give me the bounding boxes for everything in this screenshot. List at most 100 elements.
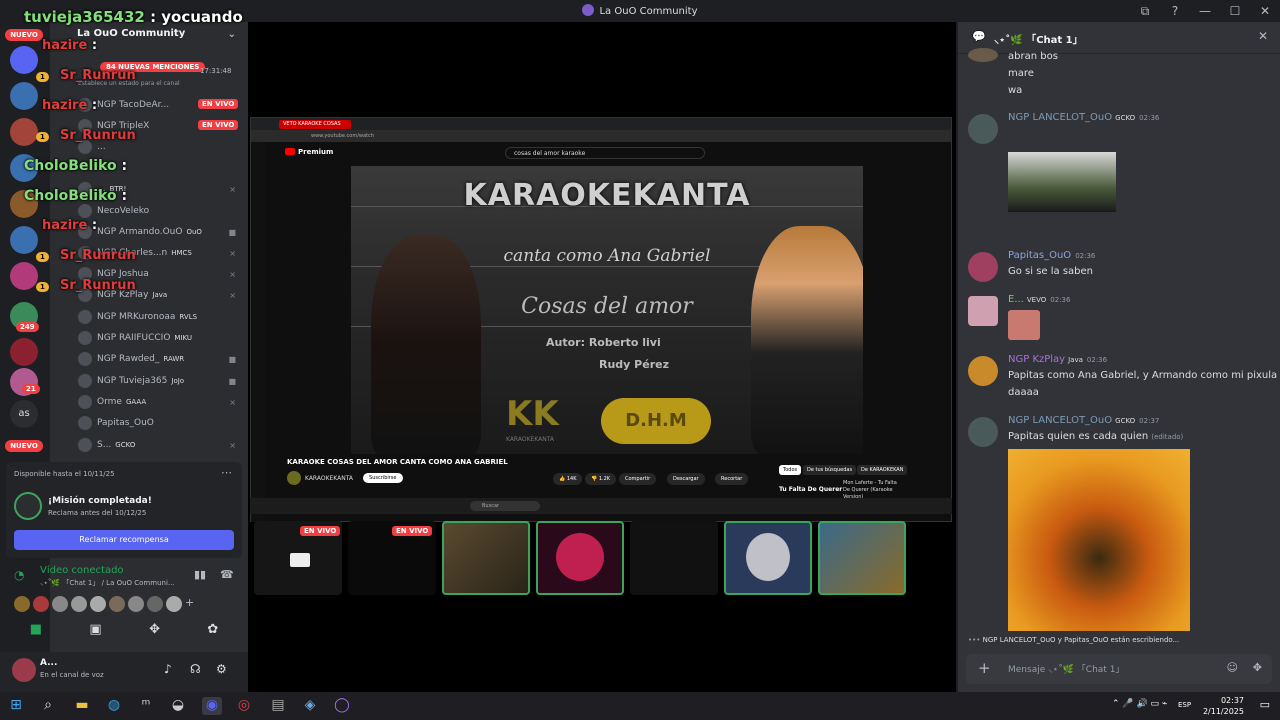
message-composer[interactable]: + Mensaje ⸜⋆˚🌿 「Chat 1」 ☺ ✥ <box>966 654 1272 684</box>
voice-member[interactable]: NGP Tuvieja365 JoJo ■ <box>78 372 246 390</box>
avatar[interactable] <box>52 596 68 612</box>
screen-share-icon[interactable]: ▣ <box>89 622 101 637</box>
maximize-button[interactable]: ☐ <box>1220 4 1250 18</box>
like-button[interactable]: 👍 14K <box>553 473 583 485</box>
language-indicator[interactable]: ESP <box>1178 701 1191 709</box>
server-icon[interactable]: as <box>10 400 38 428</box>
notification-icon[interactable]: ▭ <box>1260 698 1270 711</box>
server-icon[interactable] <box>10 118 38 146</box>
server-icon[interactable] <box>10 262 38 290</box>
video-player[interactable]: KARAOKEKANTA canta como Ana Gabriel Cosa… <box>351 166 863 454</box>
browser-tab[interactable]: VETO KARAOKE COSAS <box>279 120 351 129</box>
app-icon[interactable]: ◒ <box>168 697 188 715</box>
stream-tile[interactable]: EN VIVO <box>254 521 342 595</box>
system-clock[interactable]: 02:37 2/11/2025 <box>1203 695 1244 717</box>
voice-channel-name[interactable]: ⸜⋆˚🌿 「Chat 1」 / La OuO Communi... <box>40 578 175 588</box>
minimize-button[interactable]: — <box>1190 4 1220 18</box>
youtube-search-input[interactable]: cosas del amor karaoke <box>505 147 705 159</box>
file-explorer-icon[interactable]: ▬ <box>72 697 92 715</box>
app-icon[interactable]: ▤ <box>268 697 288 715</box>
close-icon[interactable]: ✕ <box>1258 29 1268 43</box>
message-author[interactable]: NGP KzPlay <box>1008 354 1065 365</box>
avatar[interactable] <box>33 596 49 612</box>
download-button[interactable]: Descargar <box>667 473 705 485</box>
edge-icon[interactable]: ◍ <box>104 697 124 715</box>
avatar[interactable] <box>166 596 182 612</box>
help-icon[interactable]: ? <box>1160 4 1190 18</box>
voice-member[interactable]: NGP MRKuronoaa RVLS <box>78 308 246 326</box>
avatar-tile[interactable] <box>536 521 624 595</box>
voice-member[interactable]: S... GCKO ⨯ <box>78 436 246 454</box>
stream-tile[interactable]: EN VIVO <box>348 521 436 595</box>
search-icon[interactable]: ⌕ <box>38 697 58 715</box>
voice-member[interactable]: NecoVeleko <box>78 202 246 220</box>
webcam-tile[interactable] <box>818 521 906 595</box>
soundboard-icon[interactable]: ▮▮ <box>194 568 206 581</box>
close-button[interactable]: ✕ <box>1250 4 1280 18</box>
steam-icon[interactable]: ◈ <box>300 697 320 715</box>
avatar[interactable] <box>968 417 998 447</box>
avatar[interactable] <box>109 596 125 612</box>
server-icon[interactable] <box>10 338 38 366</box>
voice-member[interactable]: Papitas_OuO <box>78 414 246 432</box>
voice-member[interactable]: NGP RAIIFUCCIO MIKU <box>78 329 246 347</box>
avatar[interactable] <box>968 252 998 282</box>
chip-channel[interactable]: De KARAOKEKAN <box>857 465 908 475</box>
soundboard-icon[interactable]: ✿ <box>207 622 218 637</box>
message-author[interactable]: NGP LANCELOT_OuO <box>1008 415 1112 426</box>
settings-icon[interactable]: ⚙ <box>216 662 227 676</box>
subscribe-button[interactable]: Suscribirse <box>363 473 403 483</box>
apps-icon[interactable]: ✥ <box>1253 661 1262 674</box>
voice-member[interactable]: NGP Rawded_ RAWR ■ <box>78 350 246 368</box>
shared-screen-youtube[interactable]: VETO KARAOKE COSAS www.youtube.com/watch… <box>250 117 952 522</box>
add-icon[interactable]: + <box>978 659 991 677</box>
tray-icons[interactable]: ⌃ 🎤 🔊 ▭ ⌁ <box>1112 699 1167 709</box>
discord-icon[interactable]: ◉ <box>202 697 222 715</box>
chip-all[interactable]: Todos <box>779 465 802 475</box>
sticker-attachment[interactable] <box>1008 310 1040 340</box>
message-input[interactable]: Mensaje ⸜⋆˚🌿 「Chat 1」 <box>1008 662 1124 675</box>
claim-reward-button[interactable]: Reclamar recompensa <box>14 530 234 550</box>
emoji-icon[interactable]: ☺ <box>1227 661 1238 674</box>
webcam-tile[interactable] <box>442 521 530 595</box>
avatar[interactable] <box>128 596 144 612</box>
avatar[interactable] <box>968 296 998 326</box>
chevron-down-icon[interactable]: ⌄ <box>228 29 236 40</box>
server-icon[interactable] <box>10 46 38 74</box>
headphones-icon[interactable]: ☊ <box>190 662 201 676</box>
gif-attachment[interactable] <box>1008 449 1190 631</box>
avatar[interactable] <box>71 596 87 612</box>
avatar[interactable] <box>12 658 36 682</box>
avatar[interactable] <box>968 356 998 386</box>
app-icon[interactable]: ◯ <box>332 697 352 715</box>
dislike-button[interactable]: 👎 1.2K <box>585 473 617 485</box>
webcam-tile[interactable] <box>630 521 718 595</box>
more-icon[interactable]: ⋯ <box>221 466 232 479</box>
voice-member[interactable]: Orme GAAA ⨯ <box>78 393 246 411</box>
next-video-title[interactable]: Tu Falta De Querer <box>779 486 842 493</box>
inbox-icon[interactable]: ⧉ <box>1130 4 1160 19</box>
avatar[interactable] <box>90 596 106 612</box>
avatar-tile[interactable] <box>724 521 812 595</box>
avatar[interactable] <box>147 596 163 612</box>
app-icon[interactable]: ᵐ <box>136 697 156 715</box>
windows-start-icon[interactable]: ⊞ <box>6 697 26 715</box>
message-author[interactable]: Papitas_OuO <box>1008 250 1071 261</box>
server-icon[interactable] <box>10 82 38 110</box>
disconnect-icon[interactable]: ☎ <box>220 568 234 581</box>
voice-member[interactable]: NGP Armando.OuO OuO ■ <box>78 223 246 241</box>
youtube-logo[interactable]: Premium <box>285 148 333 156</box>
browser-url[interactable]: www.youtube.com/watch <box>251 130 951 142</box>
image-attachment[interactable] <box>1008 152 1116 212</box>
avatar[interactable] <box>968 48 998 62</box>
signal-icon[interactable]: ◔ <box>14 568 24 582</box>
app-icon[interactable]: ◎ <box>234 697 254 715</box>
activities-icon[interactable]: ✥ <box>149 622 160 637</box>
share-button[interactable]: Compartir <box>619 473 657 485</box>
avatar[interactable] <box>287 471 301 485</box>
message-author[interactable]: E... <box>1008 294 1024 305</box>
server-icon[interactable] <box>10 226 38 254</box>
mic-icon[interactable]: ♪ <box>164 662 172 676</box>
add-icon[interactable]: + <box>185 596 201 612</box>
avatar[interactable] <box>968 114 998 144</box>
